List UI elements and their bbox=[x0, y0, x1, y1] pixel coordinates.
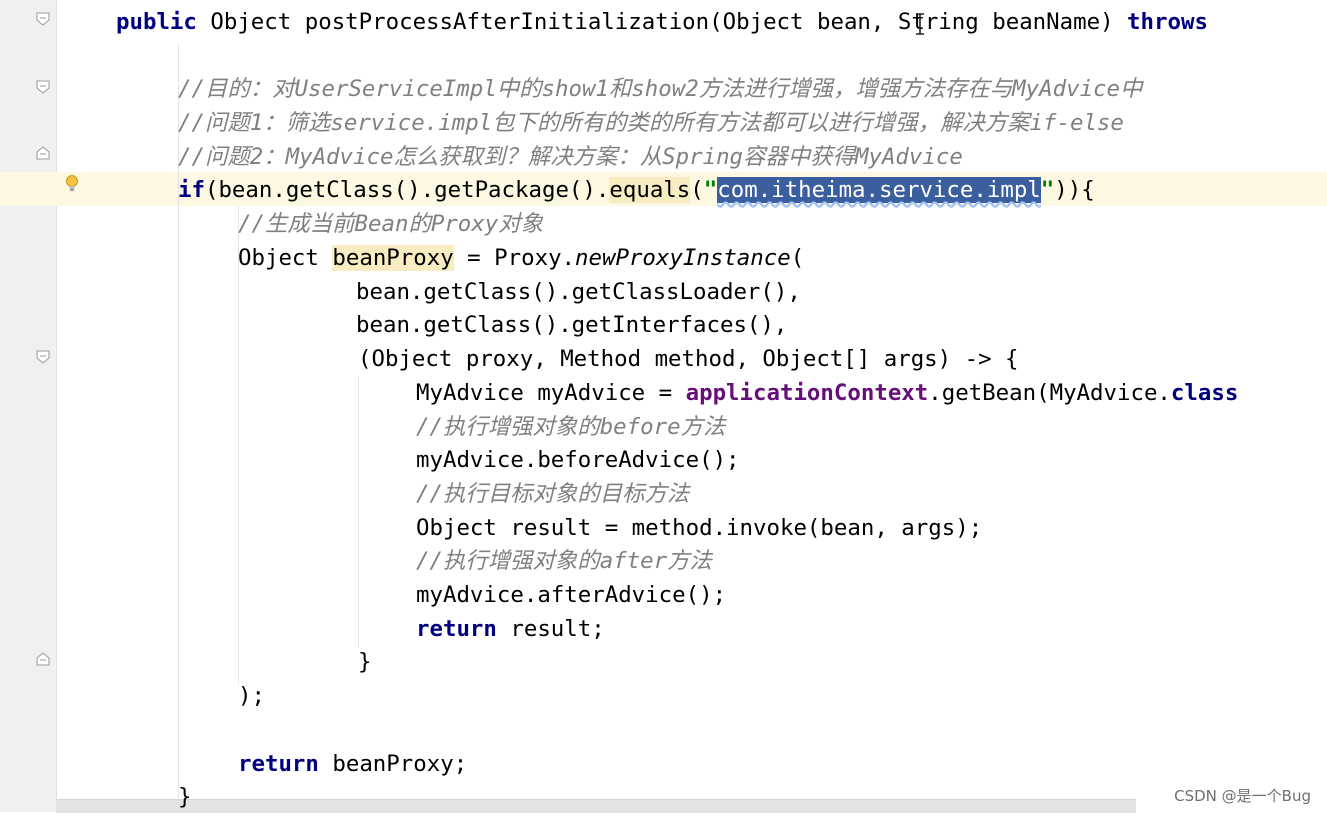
code-token: } bbox=[358, 649, 372, 675]
code-line[interactable]: ); bbox=[238, 679, 265, 713]
code-line[interactable]: } bbox=[178, 780, 191, 814]
code-token: " bbox=[703, 177, 718, 203]
code-token: myAdvice.afterAdvice(); bbox=[416, 582, 727, 608]
code-line[interactable]: public Object postProcessAfterInitializa… bbox=[116, 5, 1208, 39]
code-token: //执行增强对象的before方法 bbox=[416, 414, 726, 440]
code-line[interactable]: //问题2：MyAdvice怎么获取到？解决方案：从Spring容器中获得MyA… bbox=[178, 140, 963, 174]
code-token: MyAdvice myAdvice = bbox=[416, 380, 686, 406]
code-line[interactable]: Object beanProxy = Proxy.newProxyInstanc… bbox=[238, 241, 804, 275]
code-token: equals bbox=[609, 177, 691, 203]
code-token: newProxyInstance bbox=[575, 245, 791, 271]
fold-marker-icon[interactable] bbox=[36, 350, 50, 364]
fold-marker-icon[interactable] bbox=[36, 12, 50, 26]
code-token: return bbox=[416, 616, 497, 642]
code-token: //执行目标对象的目标方法 bbox=[416, 481, 690, 507]
code-token: com.itheima.service.impl bbox=[717, 177, 1041, 203]
code-token: bean.getClass().getClassLoader(), bbox=[356, 279, 801, 305]
code-token: myAdvice.beforeAdvice(); bbox=[416, 447, 740, 473]
code-line[interactable]: //问题1：筛选service.impl包下的所有的类的所有方法都可以进行增强，… bbox=[178, 106, 1124, 140]
code-token: beanProxy bbox=[332, 245, 454, 271]
code-token: //问题1：筛选service.impl包下的所有的类的所有方法都可以进行增强，… bbox=[178, 110, 1124, 136]
watermark-text: CSDN @是一个Bug bbox=[1174, 787, 1311, 805]
code-token: bean.getClass().getInterfaces(), bbox=[356, 312, 788, 338]
code-token: //执行增强对象的after方法 bbox=[416, 548, 712, 574]
code-token: result; bbox=[496, 616, 605, 642]
code-line[interactable]: return beanProxy; bbox=[238, 747, 467, 781]
code-token: //生成当前Bean的Proxy对象 bbox=[238, 211, 544, 237]
code-token: ); bbox=[238, 683, 265, 709]
code-token: " bbox=[1040, 177, 1055, 203]
code-line[interactable]: myAdvice.afterAdvice(); bbox=[416, 578, 726, 612]
code-token: //目的：对UserServiceImpl中的show1和show2方法进行增强… bbox=[178, 76, 1143, 102]
code-token: .getBean(MyAdvice. bbox=[928, 380, 1171, 406]
code-token: ( bbox=[690, 177, 704, 203]
code-token: class bbox=[1170, 380, 1239, 406]
fold-marker-icon[interactable] bbox=[36, 652, 50, 666]
editor-gutter bbox=[0, 0, 56, 812]
fold-marker-icon[interactable] bbox=[36, 80, 50, 94]
code-token: if bbox=[178, 177, 205, 203]
code-token: (bean.getClass().getPackage(). bbox=[204, 177, 610, 203]
code-line[interactable]: //执行增强对象的after方法 bbox=[416, 544, 712, 578]
code-token: beanProxy; bbox=[318, 751, 468, 777]
code-line[interactable]: //目的：对UserServiceImpl中的show1和show2方法进行增强… bbox=[178, 72, 1142, 106]
code-token: (Object proxy, Method method, Object[] a… bbox=[358, 346, 1019, 372]
lightbulb-icon[interactable] bbox=[64, 174, 80, 194]
indent-guide bbox=[358, 376, 359, 648]
code-token: Object bbox=[238, 245, 333, 271]
code-token: )){ bbox=[1054, 177, 1095, 203]
code-line[interactable]: bean.getClass().getClassLoader(), bbox=[356, 275, 801, 309]
code-token: //问题2：MyAdvice怎么获取到？解决方案：从Spring容器中获得MyA… bbox=[178, 144, 963, 170]
gutter-divider bbox=[56, 0, 57, 812]
code-token: = Proxy. bbox=[453, 245, 576, 271]
code-token: throws bbox=[1127, 9, 1208, 35]
code-line[interactable]: if(bean.getClass().getPackage().equals("… bbox=[178, 173, 1095, 207]
code-line[interactable]: } bbox=[358, 645, 371, 679]
code-token: return bbox=[238, 751, 319, 777]
code-line[interactable]: (Object proxy, Method method, Object[] a… bbox=[358, 342, 1019, 376]
code-token: applicationContext bbox=[685, 380, 929, 406]
code-line[interactable]: myAdvice.beforeAdvice(); bbox=[416, 443, 740, 477]
indent-guide bbox=[238, 206, 239, 684]
code-line[interactable]: //执行目标对象的目标方法 bbox=[416, 477, 689, 511]
code-token: Object postProcessAfterInitialization(Ob… bbox=[196, 9, 1128, 35]
fold-marker-icon[interactable] bbox=[36, 146, 50, 160]
code-token: public bbox=[116, 9, 197, 35]
code-line[interactable]: Object result = method.invoke(bean, args… bbox=[416, 511, 982, 545]
horizontal-scrollbar[interactable] bbox=[56, 799, 1136, 813]
code-token: ( bbox=[790, 245, 805, 271]
code-line[interactable]: //生成当前Bean的Proxy对象 bbox=[238, 207, 543, 241]
text-cursor-icon bbox=[914, 12, 926, 36]
code-token: } bbox=[178, 784, 192, 810]
code-token: Object result = method.invoke(bean, args… bbox=[416, 515, 983, 541]
code-line[interactable]: //执行增强对象的before方法 bbox=[416, 410, 725, 444]
code-line[interactable]: MyAdvice myAdvice = applicationContext.g… bbox=[416, 376, 1238, 410]
code-line[interactable]: bean.getClass().getInterfaces(), bbox=[356, 308, 787, 342]
code-line[interactable]: return result; bbox=[416, 612, 605, 646]
